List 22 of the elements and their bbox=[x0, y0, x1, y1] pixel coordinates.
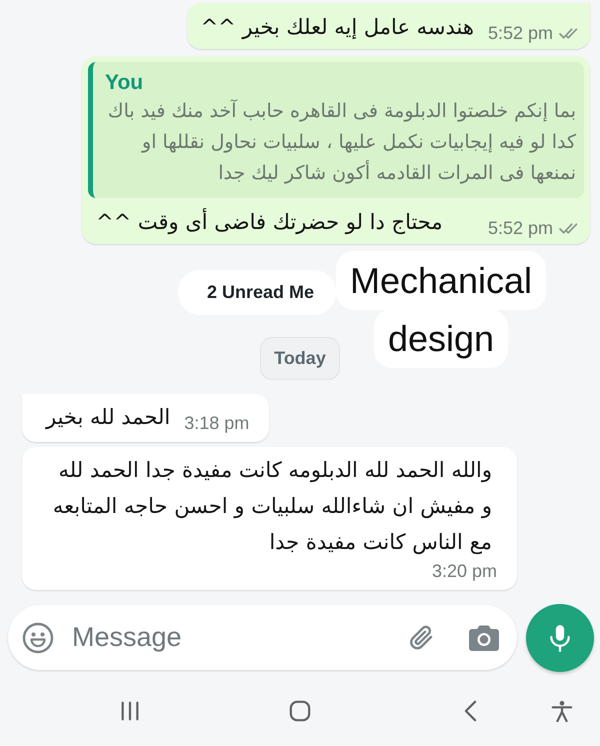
back-icon bbox=[464, 700, 476, 722]
message-field[interactable]: Message bbox=[8, 605, 517, 670]
message-text: هندسه عامل إيه لعلك بخير ^^ bbox=[200, 14, 474, 42]
quote-text: بما إنكم خلصتوا الدبلومة فى القاهره حابب آخد منك فيد باك كدا لو فيه إيجابيات نكمل عليها ، سلبيات نحاول نقللها او نمنعها فى المرات القادمه أكون شاكر ليك جدا bbox=[106, 98, 576, 186]
microphone-icon bbox=[549, 624, 571, 652]
message-text: والله الحمد لله الدبلومه كانت مفيدة جدا الحمد لله و مفيش ان شاءالله سلبيات و احسن حاجه المتابعه مع الناس كانت مفيدة جدا bbox=[52, 457, 492, 556]
unread-messages-banner: 2 Unread Me bbox=[178, 270, 336, 315]
camera-icon[interactable] bbox=[468, 624, 500, 652]
recent-apps-icon bbox=[119, 700, 141, 722]
message-time: 5:52 pm bbox=[488, 217, 553, 239]
smiley-icon[interactable] bbox=[22, 622, 54, 654]
accessibility-icon bbox=[551, 700, 573, 722]
home-icon bbox=[289, 700, 311, 722]
message-text: محتاج دا لو حضرتك فاضى أى وقت ^^ bbox=[96, 207, 443, 236]
voice-message-button[interactable] bbox=[526, 604, 594, 672]
message-time: 3:18 pm bbox=[184, 412, 250, 434]
message-time: 5:52 pm bbox=[488, 22, 553, 44]
message-time: 3:20 pm bbox=[432, 560, 497, 582]
date-chip: Today bbox=[260, 337, 340, 380]
message-text: الحمد لله بخير bbox=[46, 404, 170, 432]
message-input[interactable]: Message bbox=[72, 622, 397, 653]
quote-author: You bbox=[105, 70, 144, 96]
